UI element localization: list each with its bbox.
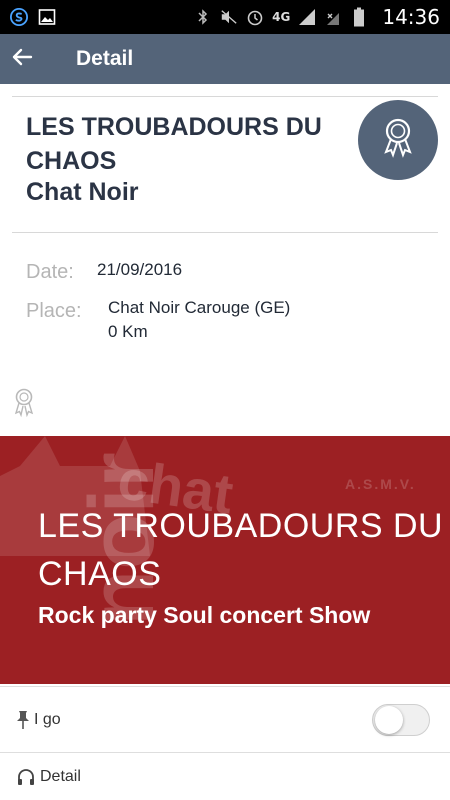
i-go-toggle[interactable] bbox=[372, 703, 430, 736]
battery-icon bbox=[350, 7, 368, 27]
i-go-label: I go bbox=[34, 710, 61, 728]
event-banner-image: chat A.S.M.V. noir LES TROUBADOURS DU CH… bbox=[0, 436, 450, 684]
detail-label: Detail bbox=[40, 767, 81, 785]
clock: 14:36 bbox=[382, 5, 440, 29]
network-type-label: 4G bbox=[272, 10, 291, 24]
banner-tagline: Rock party Soul concert Show bbox=[38, 602, 371, 628]
distance-value: 0 Km bbox=[108, 322, 148, 341]
award-badge-button[interactable] bbox=[358, 100, 438, 180]
date-label: Date: bbox=[26, 261, 74, 283]
signal-icon bbox=[298, 8, 316, 26]
pin-icon bbox=[16, 710, 30, 730]
i-go-row: I go bbox=[0, 686, 450, 752]
headphones-icon bbox=[16, 767, 36, 787]
divider bbox=[12, 96, 438, 97]
app-s-icon bbox=[10, 8, 28, 26]
banner-watermark-asmv: A.S.M.V. bbox=[345, 476, 416, 492]
no-sim-icon bbox=[324, 8, 342, 26]
arrow-left-icon bbox=[10, 45, 34, 74]
app-bar: Detail bbox=[0, 34, 450, 84]
page-title: Detail bbox=[76, 47, 134, 70]
detail-row[interactable]: Detail bbox=[0, 752, 450, 800]
award-ribbon-icon bbox=[13, 388, 35, 418]
image-icon bbox=[38, 8, 56, 26]
date-value: 21/09/2016 bbox=[97, 260, 183, 279]
divider bbox=[12, 232, 438, 233]
venue-name: Chat Noir bbox=[26, 178, 139, 206]
place-value: Chat Noir Carouge (GE) bbox=[108, 298, 291, 317]
mute-icon bbox=[220, 8, 238, 26]
alarm-icon bbox=[246, 8, 264, 26]
banner-headline: LES TROUBADOURS DU CHAOS bbox=[38, 507, 444, 593]
toggle-knob bbox=[375, 705, 403, 734]
award-ribbon-icon bbox=[381, 118, 415, 163]
status-bar: 4G 14:36 bbox=[0, 0, 450, 34]
bluetooth-icon bbox=[194, 8, 212, 26]
place-label: Place: bbox=[26, 300, 82, 322]
event-title: LES TROUBADOURS DU CHAOS bbox=[26, 113, 322, 175]
back-button[interactable] bbox=[2, 34, 42, 84]
